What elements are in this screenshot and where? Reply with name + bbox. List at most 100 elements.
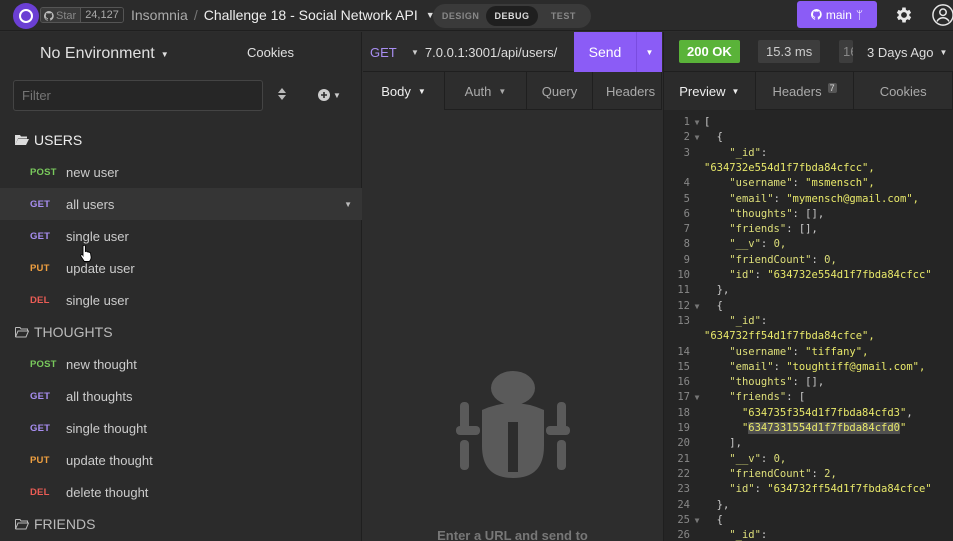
json-code: "634735f354d1f7fbda84cfd3", (741, 406, 913, 419)
cookies-button[interactable]: Cookies (247, 45, 294, 60)
json-line: 1 ▼[ (664, 115, 953, 130)
tab-label: Body (381, 83, 411, 99)
settings-button[interactable] (890, 2, 918, 28)
breadcrumb: Insomnia / Challenge 18 - Social Network… (131, 7, 435, 23)
breadcrumb-app[interactable]: Insomnia (131, 7, 188, 23)
mode-design[interactable]: DESIGN (435, 6, 486, 26)
tab-response-cookies[interactable]: Cookies (854, 72, 953, 110)
line-number: 4 (683, 177, 690, 190)
sort-button[interactable] (276, 86, 292, 104)
json-string: "634732ff54d1f7fbda84cfce", (704, 330, 875, 343)
request-item[interactable]: PUT update user (0, 252, 362, 284)
line-number: 14 (677, 345, 690, 358)
json-line: 16 "thoughts": [], (664, 375, 953, 390)
json-code: "username": "tiffany", (729, 345, 869, 358)
request-item[interactable]: POST new thought (0, 348, 362, 380)
request-tabs: Body ▼ Auth ▼ Query Headers (363, 72, 662, 110)
json-code: }, (704, 498, 730, 511)
json-code: { (704, 513, 723, 526)
fold-chevron-icon[interactable]: ▼ (690, 390, 704, 405)
json-string: "634732e554d1f7fbda84cfcc", (704, 161, 875, 174)
github-star-label: Star (56, 9, 77, 22)
json-line: "634732ff54d1f7fbda84cfce", (664, 329, 953, 344)
request-item[interactable]: GET all thoughts (0, 380, 362, 412)
add-request-button[interactable]: ▼ (318, 86, 348, 104)
environment-selector[interactable]: No Environment ▼ (40, 45, 169, 63)
tab-response-headers[interactable]: Headers 7 (756, 72, 855, 110)
json-line: 17 ▼ "friends": [ (664, 390, 953, 405)
json-code: { (704, 299, 723, 312)
json-line: 15 "email": "toughtiff@gmail.com", (664, 360, 953, 375)
json-line: 3 "_id": (664, 146, 953, 161)
fold-chevron-icon[interactable]: ▼ (690, 299, 704, 314)
chevron-down-icon[interactable]: ▼ (411, 48, 419, 60)
tab-body[interactable]: Body ▼ (363, 72, 445, 110)
line-number: 12 (677, 299, 690, 312)
json-code: "6347331554d1f7fbda84cfd0" (741, 422, 907, 434)
json-code: }, (704, 284, 730, 297)
fold-chevron-icon[interactable]: ▼ (690, 130, 704, 145)
breadcrumb-project[interactable]: Challenge 18 - Social Network API (204, 7, 418, 23)
json-code: "username": "msmensch", (729, 177, 875, 190)
folder-thoughts[interactable]: THOUGHTS (0, 316, 362, 348)
account-button[interactable] (930, 2, 953, 28)
mode-test[interactable]: TEST (538, 6, 589, 26)
response-header: 200 OK 15.3 ms 16 3 Days Ago ▼ (663, 32, 953, 72)
json-code: "_id": (729, 146, 774, 159)
request-body-panel: Enter a URL and send to (363, 110, 662, 541)
tab-auth[interactable]: Auth ▼ (445, 72, 527, 110)
folder-friends[interactable]: FRIENDS (0, 508, 362, 540)
insomnia-logo-icon[interactable] (13, 3, 39, 29)
chevron-down-icon: ▼ (160, 49, 169, 59)
tab-label: Headers (606, 83, 656, 99)
request-item[interactable]: DEL delete thought (0, 476, 362, 508)
response-size-badge: 16 (839, 40, 853, 63)
chevron-down-icon: ▼ (333, 90, 341, 100)
json-line: 24 }, (664, 498, 953, 513)
json-code: "email": "toughtiff@gmail.com", (729, 360, 926, 373)
url-input[interactable]: ▼ 7.0.0.1:3001/api/users/ (411, 45, 557, 60)
request-name: single user (66, 292, 129, 308)
method-badge: GET (30, 422, 51, 434)
fold-chevron-icon[interactable]: ▼ (690, 513, 704, 528)
gear-icon (896, 7, 912, 23)
git-sync-button[interactable]: main ᛘ (797, 1, 877, 28)
request-item[interactable]: GET single user (0, 220, 362, 252)
github-icon (44, 10, 54, 21)
tab-preview[interactable]: Preview ▼ (664, 72, 756, 110)
request-item[interactable]: PUT update thought (0, 444, 362, 476)
line-number: 9 (683, 253, 690, 266)
mode-debug[interactable]: DEBUG (486, 6, 538, 26)
line-number: 2 (683, 131, 690, 144)
response-tabs: Preview ▼ Headers 7 Cookies (663, 72, 953, 110)
send-button[interactable]: Send ▼ (574, 32, 662, 72)
method-badge: GET (30, 390, 51, 402)
tab-headers[interactable]: Headers (593, 72, 662, 110)
method-label: GET (370, 45, 397, 60)
fold-chevron-icon[interactable]: ▼ (690, 115, 704, 130)
line-number: 18 (677, 406, 690, 419)
request-item-selected[interactable]: GET all users ▼ (0, 188, 362, 220)
tab-query[interactable]: Query (527, 72, 593, 110)
json-code: [ (704, 116, 711, 128)
chevron-down-icon: ▼ (498, 86, 507, 96)
request-item[interactable]: DEL single user (0, 284, 362, 316)
json-code: "thoughts": [], (729, 376, 825, 389)
json-line: 19 "6347331554d1f7fbda84cfd0" (664, 421, 953, 436)
filter-input[interactable] (13, 80, 263, 111)
method-selector[interactable]: GET (370, 45, 397, 60)
tab-label: Headers (772, 83, 822, 99)
folder-users[interactable]: USERS (0, 124, 362, 156)
json-preview[interactable]: 1 ▼[2 ▼ {3 "_id": "634732e554d1f7fbda84cfc… (663, 110, 953, 541)
environment-label: No Environment (40, 45, 155, 62)
response-time-badge: 15.3 ms (758, 40, 821, 63)
chevron-down-icon[interactable]: ▼ (344, 200, 352, 209)
request-item[interactable]: GET single thought (0, 412, 362, 444)
request-name: delete thought (66, 484, 149, 500)
request-item[interactable]: POST new user (0, 156, 362, 188)
send-options-chevron-icon[interactable]: ▼ (636, 32, 662, 72)
branch-label: main (825, 7, 852, 22)
response-history-dropdown[interactable]: 3 Days Ago ▼ (867, 45, 947, 60)
method-badge: DEL (30, 294, 50, 306)
github-star-button[interactable]: Star 24,127 (40, 7, 124, 23)
